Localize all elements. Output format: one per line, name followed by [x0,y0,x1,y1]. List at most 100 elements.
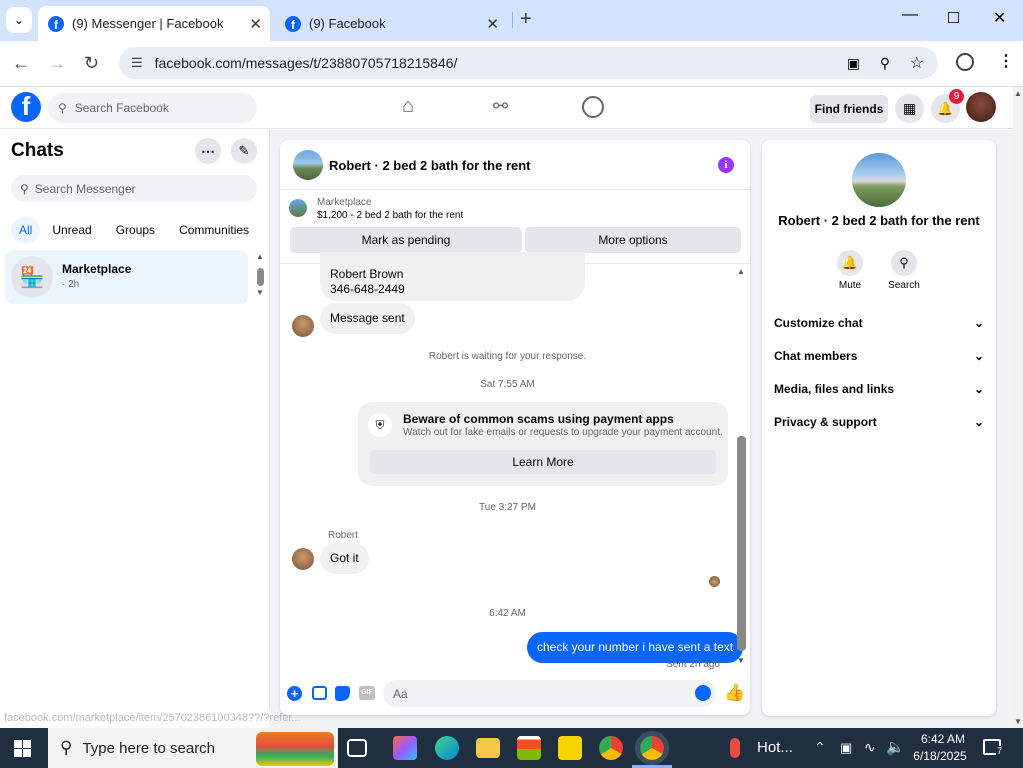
tab-search-button[interactable]: ⌄ [6,7,32,33]
conversation-title[interactable]: Robert · 2 bed 2 bath for the rent [329,158,531,173]
close-tab-icon[interactable]: ✕ [486,15,499,33]
message-input[interactable]: Aa [383,680,716,707]
search-icon: ⚲ [899,255,909,270]
volume-icon[interactable]: 🔈 [886,738,905,756]
mute-button[interactable]: 🔔 [837,250,863,276]
chrome-icon[interactable] [599,736,623,760]
like-icon[interactable]: 👍 [724,683,745,703]
chevron-up-icon[interactable]: ⌃ [814,739,826,756]
tab-title: (9) Messenger | Facebook [72,16,224,31]
scroll-up-icon[interactable]: ▲ [256,252,264,261]
search-conversation-button[interactable]: ⚲ [891,250,917,276]
chat-list-item[interactable]: 🏪 Marketplace · 2h [5,250,248,304]
media-files-row[interactable]: Media, files and links ⌄ [774,382,984,396]
filter-unread[interactable]: Unread [40,217,103,243]
groups-icon[interactable] [582,96,604,118]
chat-options-button[interactable]: ⋯ [195,138,221,164]
listing-avatar[interactable] [293,150,323,180]
sender-name: Robert [328,530,359,541]
facebook-search-input[interactable]: ⚲ Search Facebook [48,93,257,123]
weather-icon[interactable] [730,738,740,758]
tab-messenger[interactable]: f (9) Messenger | Facebook ✕ [38,6,270,41]
sticky-notes-icon[interactable] [558,736,582,760]
meet-icon[interactable]: ▣ [840,740,852,756]
window-close-button[interactable]: ✕ [993,8,1006,28]
mark-pending-button[interactable]: Mark as pending [290,227,522,253]
more-actions-icon[interactable]: + [287,686,302,701]
scroll-thumb[interactable] [257,268,264,286]
new-tab-button[interactable]: + [520,8,532,31]
robert-avatar[interactable] [292,315,314,337]
messenger-search-input[interactable]: ⚲ Search Messenger [11,175,257,202]
emoji-icon[interactable] [695,685,711,701]
find-friends-button[interactable]: Find friends [810,95,888,123]
friends-icon[interactable]: ⚯ [493,96,508,117]
scroll-down-icon[interactable]: ▼ [1014,717,1022,726]
facebook-logo[interactable]: f [11,92,41,122]
customize-chat-row[interactable]: Customize chat ⌄ [774,316,984,330]
attach-image-icon[interactable] [312,686,327,700]
status-link: facebook.com/marketplace/item/2570238610… [4,712,301,724]
home-icon[interactable]: ⌂ [402,95,414,118]
robert-avatar[interactable] [292,548,314,570]
edge-icon[interactable] [435,736,459,760]
profile-icon[interactable] [956,53,974,71]
learn-more-button[interactable]: Learn More [370,450,716,474]
notification-badge: 9 [949,89,964,104]
install-app-icon[interactable]: ▣ [847,55,860,72]
clock-time[interactable]: 6:42 AM [913,732,973,746]
restore-button[interactable] [948,12,959,23]
chat-members-row[interactable]: Chat members ⌄ [774,349,984,363]
taskbar-search[interactable]: ⚲ Type here to search [48,728,338,768]
close-tab-icon[interactable]: ✕ [249,15,262,33]
scroll-down-icon[interactable]: ▼ [256,288,264,297]
tab-facebook[interactable]: f (9) Facebook ✕ [275,6,507,41]
scroll-up-icon[interactable]: ▲ [1014,89,1022,98]
chat-meta: · 2h [62,279,80,290]
search-placeholder: Search Facebook [74,101,169,115]
network-icon[interactable]: ∿ [864,739,876,756]
site-info-icon[interactable]: ☰ [131,55,143,71]
listing-label: Marketplace [317,197,372,208]
details-panel: Robert · 2 bed 2 bath for the rent 🔔 Mut… [762,140,996,716]
clock-date[interactable]: 6/18/2025 [908,749,972,763]
chat-list-scrollbar[interactable]: ▲ ▼ [256,252,266,302]
contact-bubble: Robert Brown 346-648-2449 [320,252,585,301]
scroll-down-icon[interactable]: ▼ [737,656,745,665]
minimize-button[interactable]: — [902,6,918,24]
store-icon[interactable] [517,736,541,760]
details-avatar[interactable] [852,153,906,207]
privacy-support-row[interactable]: Privacy & support ⌄ [774,415,984,429]
menu-kebab-icon[interactable]: ⋮ [998,51,1014,71]
filter-groups[interactable]: Groups [104,217,167,243]
bell-icon: 🔔 [937,100,954,116]
chrome-active-icon[interactable] [640,736,664,760]
gif-icon[interactable]: GIF [359,686,375,700]
more-options-button[interactable]: More options [525,227,741,253]
task-view-icon[interactable] [347,739,367,757]
back-icon[interactable]: ← [12,53,30,74]
scroll-up-icon[interactable]: ▲ [737,267,745,276]
weather-text[interactable]: Hot... [757,739,793,756]
file-explorer-icon[interactable] [476,738,500,758]
page-scrollbar[interactable]: ▲ ▼ [1013,87,1023,728]
copilot-icon[interactable] [393,736,417,760]
listing-thumb[interactable] [289,199,307,217]
zoom-icon[interactable]: ⚲ [880,55,890,72]
new-message-button[interactable]: ✎ [231,138,257,164]
menu-grid-button[interactable]: ▦ [895,94,924,123]
search-icon: ⚲ [20,181,29,196]
start-button[interactable] [14,740,31,757]
message-scroll-thumb[interactable] [737,436,746,651]
bookmark-star-icon[interactable]: ☆ [910,53,924,73]
forward-icon[interactable]: → [48,53,66,74]
info-button[interactable]: i [718,157,734,173]
sticker-icon[interactable] [335,686,350,701]
filter-communities[interactable]: Communities [167,217,261,243]
grid-icon: ▦ [902,100,917,116]
profile-avatar[interactable] [966,92,996,122]
address-bar[interactable]: ☰ facebook.com/messages/t/23880705718215… [119,47,938,79]
reload-icon[interactable]: ↻ [84,53,99,74]
compose-icon: ✎ [238,143,250,158]
filter-all[interactable]: All [11,217,41,243]
